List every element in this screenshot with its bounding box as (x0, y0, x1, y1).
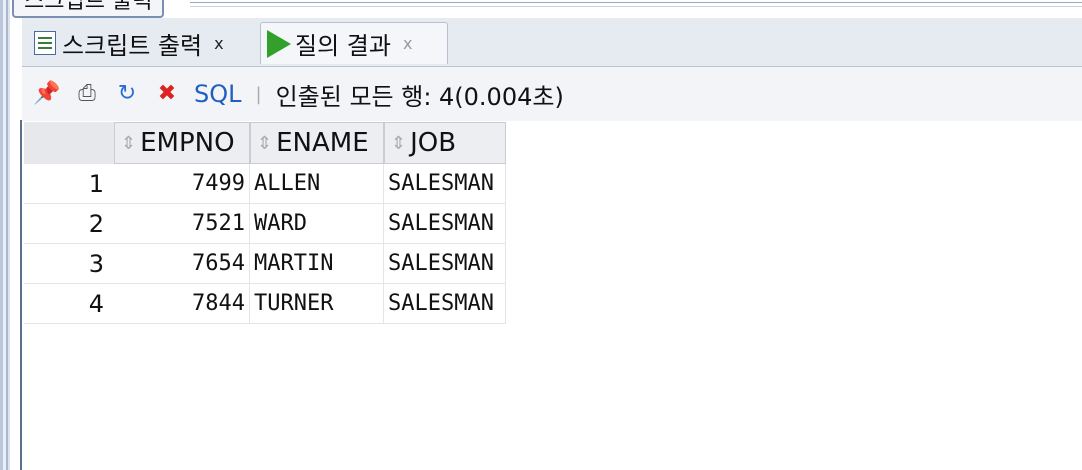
tab-label: 스크립트 출력 (62, 31, 203, 60)
result-toolbar: 📌 ⎙ ↻ ✖ SQL | 인출된 모든 행: 4(0.004초) (22, 67, 1082, 121)
row-number: 1 (24, 164, 114, 204)
window-title-tab[interactable]: 스크립트 출력 (12, 0, 165, 18)
script-doc-icon (34, 31, 56, 55)
sort-icon[interactable]: ⇕ (391, 133, 406, 154)
column-header-empno[interactable]: ⇕ EMPNO (114, 122, 250, 164)
top-rule-secondary (190, 6, 1082, 7)
cell-job[interactable]: SALESMAN (384, 204, 506, 244)
close-icon[interactable]: x (403, 34, 412, 53)
cell-job[interactable]: SALESMAN (384, 284, 506, 324)
column-label: JOB (410, 128, 457, 158)
row-number: 4 (24, 284, 114, 324)
row-number: 2 (24, 204, 114, 244)
sort-icon[interactable]: ⇕ (257, 133, 272, 154)
cell-ename[interactable]: TURNER (250, 284, 384, 324)
tab-query-result[interactable]: 질의 결과 x (260, 22, 448, 64)
fetch-status: 인출된 모든 행: 4(0.004초) (275, 82, 564, 111)
tab-label: 질의 결과 (295, 32, 391, 60)
close-icon[interactable]: x (214, 34, 223, 53)
toolbar-separator: | (255, 83, 262, 105)
panel-border (20, 120, 22, 470)
sql-button[interactable]: SQL (194, 80, 242, 108)
cell-job[interactable]: SALESMAN (384, 164, 506, 204)
pin-icon[interactable]: 📌 (32, 79, 62, 109)
column-label: ENAME (276, 128, 369, 158)
left-gutter (0, 0, 10, 470)
sort-icon[interactable]: ⇕ (121, 133, 136, 154)
cell-job[interactable]: SALESMAN (384, 244, 506, 284)
cell-ename[interactable]: ALLEN (250, 164, 384, 204)
cell-empno[interactable]: 7654 (114, 244, 250, 284)
column-header-ename[interactable]: ⇕ ENAME (250, 122, 384, 164)
print-icon[interactable]: ⎙ (72, 79, 102, 109)
row-number: 3 (24, 244, 114, 284)
cell-empno[interactable]: 7844 (114, 284, 250, 324)
tab-script-output[interactable]: 스크립트 출력 x (30, 22, 260, 64)
column-label: EMPNO (140, 128, 235, 158)
cell-ename[interactable]: WARD (250, 204, 384, 244)
result-tab-bar: 스크립트 출력 x 질의 결과 x (22, 18, 1082, 67)
cell-empno[interactable]: 7499 (114, 164, 250, 204)
run-play-icon (267, 29, 291, 58)
delete-icon[interactable]: ✖ (152, 79, 182, 109)
grid-corner (24, 122, 114, 164)
top-rule (190, 2, 1082, 3)
column-header-job[interactable]: ⇕ JOB (384, 122, 506, 164)
cell-empno[interactable]: 7521 (114, 204, 250, 244)
refresh-icon[interactable]: ↻ (112, 79, 142, 109)
cell-ename[interactable]: MARTIN (250, 244, 384, 284)
